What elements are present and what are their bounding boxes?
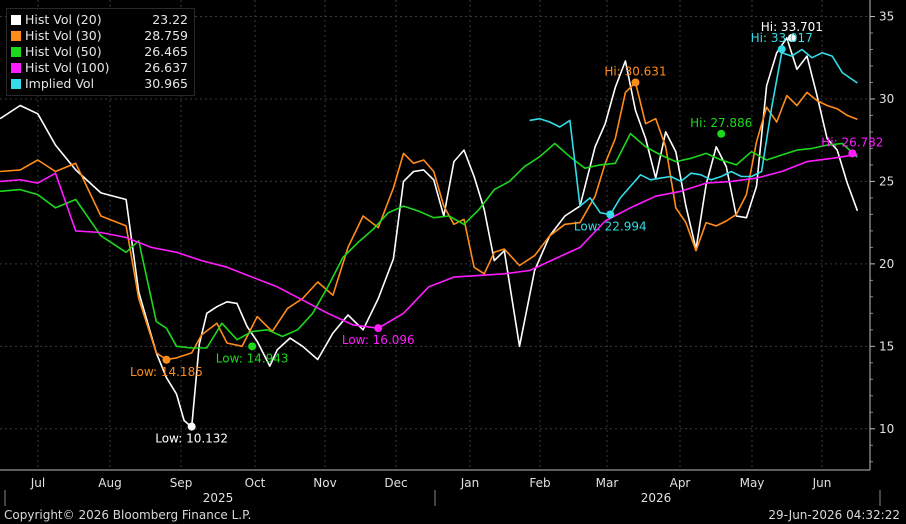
legend-value: 26.637: [144, 60, 188, 75]
x-tick-label: Feb: [529, 476, 550, 490]
annotation-label: Hi: 27.886: [690, 116, 752, 130]
x-tick-label: Apr: [670, 476, 691, 490]
annotation-label: Low: 14.185: [130, 365, 203, 379]
y-tick-label: 15: [879, 339, 894, 353]
copyright-text: Copyright© 2026 Bloomberg Finance L.P.: [4, 508, 252, 522]
legend-value: 30.965: [144, 76, 188, 91]
chart-legend: Hist Vol (20) 23.22 Hist Vol (30) 28.759…: [6, 8, 195, 96]
annotation-marker: [717, 129, 726, 138]
annotation-label: Low: 14.943: [216, 351, 289, 365]
annotation-marker: [162, 355, 171, 364]
legend-value: 23.22: [152, 12, 188, 27]
year-label: 2026: [641, 491, 672, 505]
annotation-label: Hi: 30.631: [604, 64, 666, 78]
series-line-0: [0, 37, 859, 428]
x-tick-label: Sep: [170, 476, 193, 490]
annotation-label: Low: 16.096: [342, 333, 415, 347]
legend-swatch: [11, 79, 21, 89]
x-tick-label: Jan: [460, 476, 480, 490]
annotation-marker: [777, 45, 786, 54]
annotation-marker: [248, 342, 257, 351]
x-tick-label: Dec: [384, 476, 407, 490]
x-tick-label: May: [740, 476, 765, 490]
legend-swatch: [11, 15, 21, 25]
x-tick-label: Aug: [98, 476, 121, 490]
legend-swatch: [11, 31, 21, 41]
year-label: 2025: [203, 491, 234, 505]
x-tick-label: Jun: [812, 476, 832, 490]
legend-label: Hist Vol (100): [25, 60, 110, 75]
annotation-label: Hi: 26.782: [821, 135, 883, 149]
annotation-marker: [374, 324, 383, 333]
annotation-marker: [631, 78, 640, 87]
legend-label: Implied Vol: [25, 76, 95, 91]
x-tick-label: Oct: [245, 476, 266, 490]
x-tick-label: Nov: [313, 476, 336, 490]
legend-item-hv50: Hist Vol (50) 26.465: [11, 44, 188, 60]
legend-swatch: [11, 63, 21, 73]
legend-item-hv100: Hist Vol (100) 26.637: [11, 60, 188, 76]
y-tick-label: 30: [879, 92, 894, 106]
timestamp-text: 29-Jun-2026 04:32:22: [768, 508, 900, 522]
series-line-4: [529, 48, 858, 216]
x-tick-label: Jul: [30, 476, 45, 490]
annotation-label: Low: 10.132: [155, 432, 228, 446]
x-tick-label: Mar: [596, 476, 619, 490]
annotation-label: Low: 22.994: [574, 219, 647, 233]
legend-item-hv30: Hist Vol (30) 28.759: [11, 28, 188, 44]
y-tick-label: 25: [879, 174, 894, 188]
y-tick-label: 20: [879, 257, 894, 271]
legend-swatch: [11, 47, 21, 57]
legend-value: 26.465: [144, 44, 188, 59]
legend-label: Hist Vol (20): [25, 12, 102, 27]
legend-item-implied-vol: Implied Vol 30.965: [11, 76, 188, 92]
y-tick-label: 35: [879, 9, 894, 23]
legend-item-hv20: Hist Vol (20) 23.22: [11, 12, 188, 28]
annotation-marker: [187, 422, 196, 431]
legend-label: Hist Vol (50): [25, 44, 102, 59]
annotation-marker: [848, 149, 857, 158]
legend-value: 28.759: [144, 28, 188, 43]
y-tick-label: 10: [879, 422, 894, 436]
annotation-marker: [606, 210, 615, 219]
annotation-label: Hi: 33.017: [751, 31, 813, 45]
legend-label: Hist Vol (30): [25, 28, 102, 43]
